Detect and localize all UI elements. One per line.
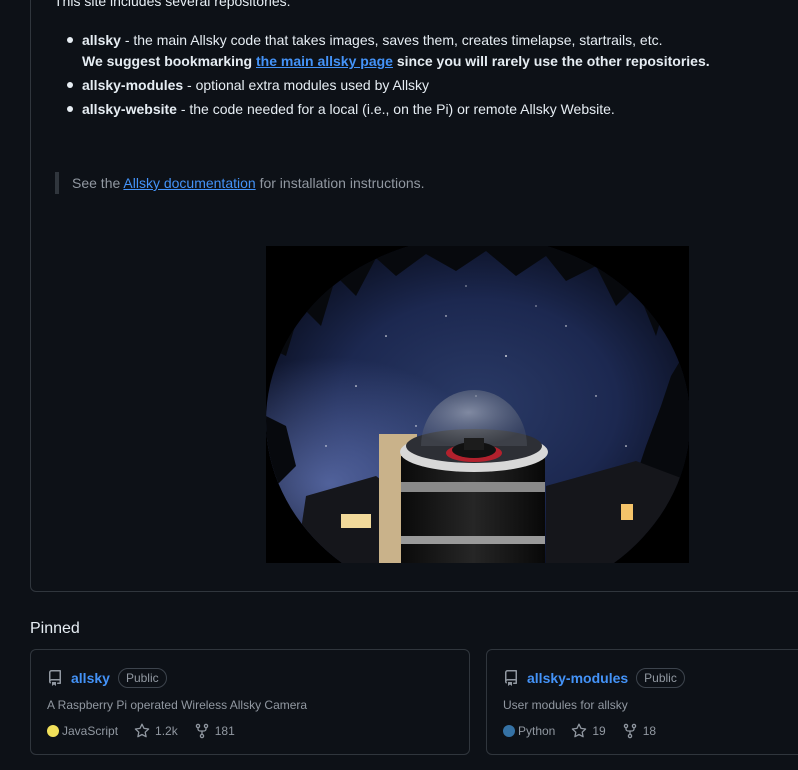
repo-item-text: - the code needed for a local (i.e., on … [176,101,615,117]
language: Python [503,724,555,738]
pinned-card: allsky-modules Public User modules for a… [486,649,798,755]
repo-icon [48,670,61,686]
repo-item-name: allsky [82,32,121,48]
visibility-badge: Public [636,668,685,688]
fork-count: 181 [214,724,235,738]
repo-description: User modules for allsky [503,698,628,712]
quote-suffix: for installation instructions. [255,175,425,191]
allsky-documentation-link[interactable]: Allsky documentation [123,175,255,191]
language-name: Python [518,724,556,738]
star-count: 19 [592,724,606,738]
repo-meta: JavaScript 1.2k 181 [47,723,251,739]
repo-item-text: - optional extra modules used by Allsky [183,77,430,93]
repo-name-link[interactable]: allsky [71,670,110,686]
language-color-dot [503,725,515,737]
list-item: allsky-website - the code needed for a l… [64,99,764,120]
repo-item-name: allsky-website [82,101,177,117]
visibility-badge: Public [117,668,167,688]
pinned-card: allsky Public A Raspberry Pi operated Wi… [30,649,470,755]
suggest-text: We suggest bookmarking the main allsky p… [82,53,710,69]
main-allsky-page-link[interactable]: the main allsky page [256,53,393,69]
star-icon [572,723,587,738]
blockquote: See the Allsky documentation for install… [55,172,425,194]
allsky-camera-photo [266,246,689,563]
card-header: allsky-modules Public [503,668,685,688]
star-count: 1.2k [155,724,178,738]
repo-item-text: - the main Allsky code that takes images… [120,32,663,48]
forks-link[interactable]: 18 [622,723,656,739]
star-icon [134,723,150,738]
readme-intro: This site includes several repositories: [54,0,291,9]
card-header: allsky Public [47,668,167,688]
stars-link[interactable]: 19 [571,723,606,739]
suggest-suffix: since you will rarely use the other repo… [392,53,710,69]
fork-icon [195,723,208,739]
repo-list: allsky - the main Allsky code that takes… [64,30,764,123]
forks-link[interactable]: 181 [194,723,235,739]
suggest-prefix: We suggest bookmarking [82,53,256,69]
list-item: allsky - the main Allsky code that takes… [64,30,764,72]
language: JavaScript [47,724,118,738]
repo-icon [505,670,517,686]
fork-icon [623,723,636,739]
fork-count: 18 [642,724,657,738]
repo-name-link[interactable]: allsky-modules [527,670,628,686]
quote-prefix: See the [72,175,124,191]
repo-item-name: allsky-modules [82,77,184,93]
language-name: JavaScript [62,724,119,738]
repo-meta: Python 19 18 [503,723,672,739]
language-color-dot [47,725,59,737]
repo-description: A Raspberry Pi operated Wireless Allsky … [47,698,308,712]
pinned-heading: Pinned [30,620,80,637]
list-item: allsky-modules - optional extra modules … [64,75,764,96]
stars-link[interactable]: 1.2k [134,723,178,739]
